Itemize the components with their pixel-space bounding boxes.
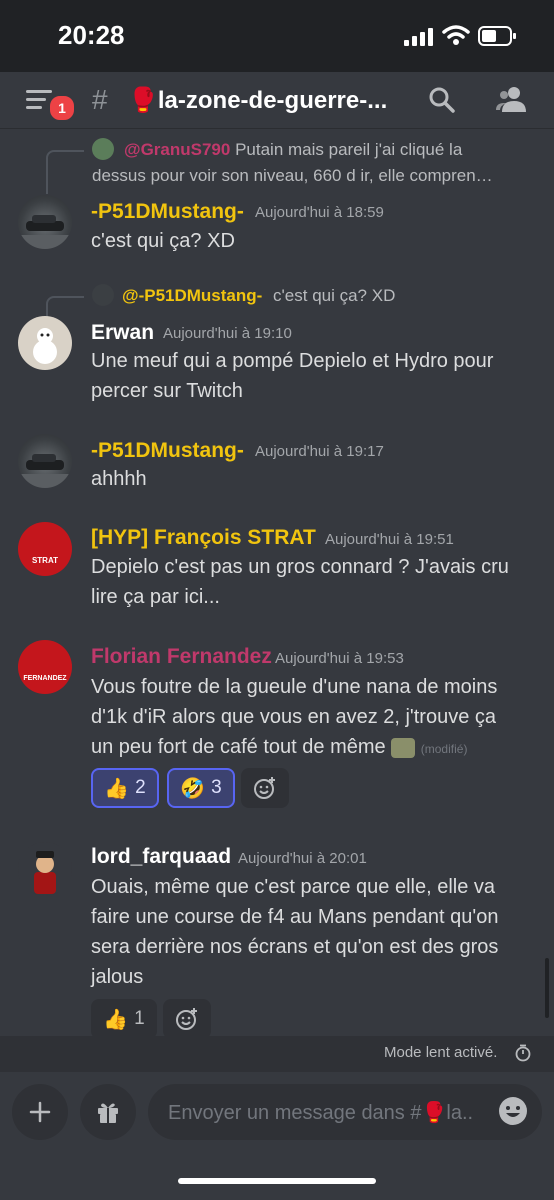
reaction-thumbs-up[interactable]: 👍 1 (91, 999, 157, 1039)
emoji-icon[interactable] (498, 1096, 528, 1126)
message-text: percer sur Twitch (91, 380, 243, 402)
reaction-count: 1 (134, 1008, 145, 1029)
username[interactable]: [HYP] François STRAT (91, 526, 316, 550)
timestamp: Aujourd'hui à 20:01 (238, 850, 367, 867)
mention-badge: 1 (48, 94, 76, 122)
hash-icon: # (92, 84, 108, 115)
username[interactable]: -P51DMustang- (91, 200, 244, 224)
snowman-avatar-icon (33, 328, 57, 364)
avatar[interactable]: STRAT (18, 522, 72, 576)
message-text: d'1k d'iR alors que vous en avez 2, j'tr… (91, 706, 497, 728)
reply-text-line-2: dessus pour voir son niveau, 660 d ir, e… (92, 166, 493, 185)
status-time: 20:28 (58, 20, 125, 50)
reply-connector (46, 150, 84, 194)
reply-avatar (92, 284, 114, 306)
lord-farquaad-avatar-icon (34, 851, 56, 894)
home-indicator[interactable] (178, 1178, 376, 1184)
add-reaction-button[interactable] (163, 999, 211, 1039)
message-text: Ouais, même que c'est parce que elle, el… (91, 876, 496, 898)
gift-button[interactable] (80, 1084, 136, 1140)
edited-label: (modifié) (420, 742, 468, 756)
username[interactable]: Erwan (91, 321, 154, 345)
reply-text: Putain mais pareil j'ai cliqué la (235, 140, 463, 159)
signal-icon (404, 28, 433, 46)
message-text: Une meuf qui a pompé Depielo et Hydro po… (91, 350, 494, 372)
avatar[interactable] (18, 195, 72, 249)
reply-preview[interactable]: @GranuS790 Putain mais pareil j'ai cliqu… (124, 140, 462, 160)
car-avatar-icon (18, 215, 72, 249)
timestamp: Aujourd'hui à 18:59 (255, 204, 384, 221)
scrollbar[interactable] (545, 958, 549, 1018)
search-icon[interactable] (428, 86, 456, 114)
avatar[interactable] (18, 434, 72, 488)
message-line: un peu fort de café tout de même (91, 736, 386, 758)
add-reaction-icon (176, 1008, 197, 1030)
avatar[interactable]: FERNANDEZ (18, 640, 72, 694)
message-text: sera derrière nos écrans et qu'on est de… (91, 936, 499, 958)
message-text: faire une course de f4 au Mans pendant q… (91, 906, 499, 928)
reply-author: @-P51DMustang- (122, 286, 263, 305)
username[interactable]: lord_farquaad (91, 845, 231, 869)
message-text: jalous (91, 966, 144, 988)
reaction-count: 3 (211, 777, 222, 798)
timestamp: Aujourd'hui à 19:17 (255, 443, 384, 460)
avatar-label: FERNANDEZ (23, 674, 67, 682)
username[interactable]: -P51DMustang- (91, 439, 244, 463)
timestamp: Aujourd'hui à 19:10 (163, 325, 292, 342)
message-text: lire ça par ici... (91, 586, 220, 608)
message-text: c'est qui ça? XD (91, 230, 235, 252)
avatar[interactable] (18, 316, 72, 370)
reaction-thumbs-up[interactable]: 👍 2 (91, 768, 159, 808)
thumbs-up-icon: 👍 (104, 777, 130, 800)
reply-preview[interactable]: @-P51DMustang- c'est qui ça? XD (122, 286, 395, 306)
attach-button[interactable] (12, 1084, 68, 1140)
car-avatar-icon (18, 454, 72, 488)
timestamp: Aujourd'hui à 19:51 (325, 531, 454, 548)
add-reaction-button[interactable] (241, 768, 289, 808)
reply-author: @GranuS790 (124, 140, 231, 159)
avatar-label: STRAT (31, 555, 59, 565)
slowmode-label: Mode lent activé. (384, 1044, 498, 1061)
gift-icon (98, 1103, 118, 1123)
timer-icon (515, 1044, 531, 1062)
reaction-count: 2 (135, 777, 146, 798)
message-text: ahhhh (91, 468, 147, 490)
channel-title[interactable]: 🥊la-zone-de-guerre-... (128, 86, 387, 115)
reply-text: c'est qui ça? XD (273, 286, 396, 305)
message-text: Depielo c'est pas un gros connard ? J'av… (91, 556, 509, 578)
message-input-placeholder: Envoyer un message dans #🥊la.. (168, 1102, 474, 1124)
username[interactable]: Florian Fernandez (91, 645, 272, 669)
members-icon[interactable] (494, 84, 528, 114)
rofl-icon: 🤣 (180, 777, 206, 800)
add-reaction-icon (254, 777, 275, 799)
sticker-emoji-icon (391, 737, 416, 758)
message-text: un peu fort de café tout de même (modifi… (91, 732, 467, 764)
thumbs-up-icon: 👍 (103, 1008, 129, 1031)
battery-icon (478, 26, 516, 46)
reaction-rofl[interactable]: 🤣 3 (167, 768, 235, 808)
plus-icon (29, 1101, 51, 1123)
wifi-icon (442, 25, 470, 45)
reply-avatar (92, 138, 114, 160)
message-text: Vous foutre de la gueule d'une nana de m… (91, 676, 498, 698)
avatar[interactable] (18, 842, 72, 896)
timestamp: Aujourd'hui à 19:53 (275, 650, 404, 667)
